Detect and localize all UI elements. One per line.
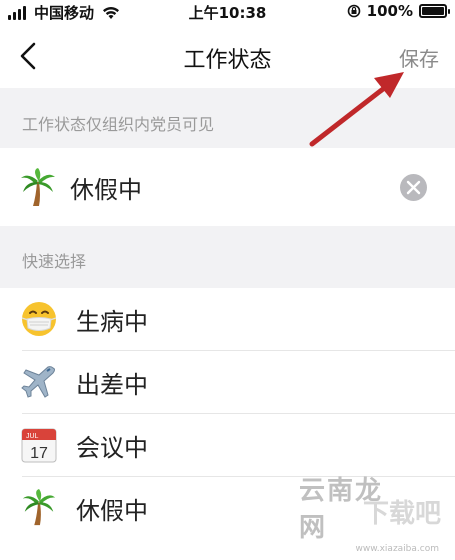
status-right: 100% <box>347 2 450 20</box>
clear-status-button[interactable] <box>400 174 427 201</box>
palm-tree-icon <box>21 168 55 206</box>
watermark: 下载吧 云南龙网 www.xiazaiba.com <box>299 476 449 556</box>
calendar-day: 17 <box>30 445 48 462</box>
current-status-row[interactable]: 休假中 <box>0 148 455 226</box>
close-icon <box>406 180 421 195</box>
save-button[interactable]: 保存 <box>399 43 439 72</box>
quick-item-label: 休假中 <box>76 497 148 525</box>
quick-item-label: 会议中 <box>76 434 148 462</box>
calendar-month: JUL <box>26 433 39 440</box>
quick-select-header-text: 快速选择 <box>22 252 87 271</box>
watermark-main: 云南龙网 <box>299 476 384 543</box>
calendar-icon: JUL 17 <box>21 428 57 463</box>
quick-select-header: 快速选择 <box>0 226 455 288</box>
quick-item-label: 出差中 <box>76 371 148 399</box>
rotation-lock-icon <box>347 4 360 18</box>
current-status-label: 休假中 <box>70 176 142 204</box>
quick-item-label: 生病中 <box>76 308 148 336</box>
watermark-url: www.xiazaiba.com <box>355 544 439 554</box>
battery-percent: 100% <box>366 2 413 20</box>
palm-tree-icon <box>22 489 56 526</box>
quick-item-meeting[interactable]: JUL 17 会议中 <box>0 414 455 477</box>
status-bar: 中国移动 上午10:38 100% <box>0 0 455 22</box>
quick-item-business-trip[interactable]: 出差中 <box>0 351 455 414</box>
nav-bar: 工作状态 保存 <box>0 22 455 88</box>
visibility-notice-text: 工作状态仅组织内党员可见 <box>22 115 215 134</box>
quick-item-sick[interactable]: 生病中 <box>0 288 455 351</box>
battery-icon <box>419 4 450 18</box>
airplane-icon <box>21 366 55 398</box>
page-title: 工作状态 <box>183 48 272 73</box>
visibility-notice: 工作状态仅组织内党员可见 <box>0 88 455 148</box>
mask-face-icon <box>21 302 57 336</box>
